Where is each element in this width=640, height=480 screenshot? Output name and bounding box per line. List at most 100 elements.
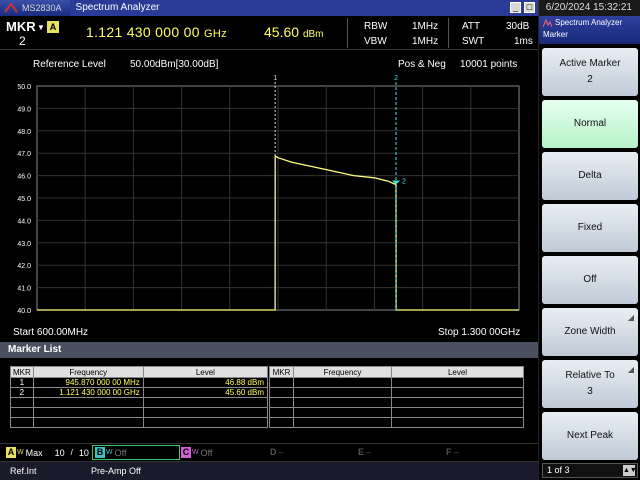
softkey-delta[interactable]: Delta xyxy=(542,152,638,200)
marker-row-number: 2 xyxy=(10,387,34,398)
trace-f-status[interactable]: F – xyxy=(446,447,459,457)
y-tick-label: 44.0 xyxy=(17,218,31,225)
col-frequency: Frequency xyxy=(32,366,144,378)
panel-title: Spectrum Analyzer xyxy=(555,18,623,27)
rbw-value: 1MHz xyxy=(412,21,439,32)
maximize-button[interactable]: □ xyxy=(524,2,535,13)
status-bar: Ref.Int Pre-Amp Off xyxy=(0,461,538,480)
marker-row-frequency: 945.870 000 00 MHz xyxy=(32,377,144,388)
table-row xyxy=(269,377,524,388)
trace-f-mode: – xyxy=(453,447,459,457)
table-row xyxy=(269,417,524,428)
marker-dropdown-icon[interactable]: ▼ xyxy=(37,23,45,32)
title-bar: MS2830A Spectrum Analyzer _ □ xyxy=(0,0,538,16)
softkey-relative-to[interactable]: ◢ Relative To 3 xyxy=(542,360,638,408)
y-tick-label: 45.0 xyxy=(17,196,31,203)
trace-d-letter: D xyxy=(270,447,277,457)
spectrum-graph[interactable]: Reference Level 50.00dBm[30.00dB] Pos & … xyxy=(0,51,538,341)
trace-c-write-icon: W xyxy=(192,449,199,456)
y-tick-label: 41.0 xyxy=(17,286,31,293)
sweep-parameters: RBW 1MHz VBW 1MHz ATT 30dB SWT 1ms xyxy=(347,18,538,48)
marker-2-trace-tag: 2 xyxy=(402,179,406,186)
marker-number: 2 xyxy=(19,34,26,48)
softkey-off[interactable]: Off xyxy=(542,256,638,304)
stop-frequency: Stop 1.300 00GHz xyxy=(438,327,521,338)
marker-list: MKR Frequency Level 1 945.870 000 00 MHz… xyxy=(0,358,538,441)
marker-frequency: 1.121 430 000 00 GHz xyxy=(86,24,227,40)
softkey-normal[interactable]: Normal xyxy=(542,100,638,148)
y-tick-label: 49.0 xyxy=(17,106,31,113)
trace-a-status[interactable]: A W Max 10 / 10 xyxy=(6,447,89,458)
softkey-active-marker[interactable]: Active Marker 2 xyxy=(542,48,638,96)
trace-c-mode: Off xyxy=(200,447,213,458)
att-value: 30dB xyxy=(506,21,530,32)
table-row[interactable]: 1 945.870 000 00 MHz 46.88 dBm xyxy=(10,377,269,388)
model-name: MS2830A xyxy=(22,3,62,13)
trace-b-write-icon: W xyxy=(106,449,113,456)
datetime-display: 6/20/2024 15:32:21 xyxy=(538,0,640,16)
marker-1-tag: 1 xyxy=(273,75,277,82)
trace-b-status[interactable]: B W Off xyxy=(92,445,180,460)
submenu-arrow-icon: ◢ xyxy=(627,313,634,322)
app-title: Spectrum Analyzer xyxy=(69,0,538,16)
softkey-panel-header: Spectrum Analyzer Marker xyxy=(539,16,640,44)
table-row[interactable]: 2 1.121 430 000 00 GHz 45.60 dBm xyxy=(10,387,269,398)
table-row xyxy=(269,397,524,408)
submenu-arrow-icon: ◢ xyxy=(627,365,634,374)
y-tick-label: 50.0 xyxy=(17,84,31,91)
marker-table-right: MKR Frequency Level xyxy=(269,366,524,428)
y-tick-label: 47.0 xyxy=(17,151,31,158)
trace-c-status[interactable]: C W Off xyxy=(181,447,212,458)
y-tick-label: 48.0 xyxy=(17,129,31,136)
table-row xyxy=(10,417,269,428)
vbw-value: 1MHz xyxy=(412,36,439,47)
marker-level: 45.60 dBm xyxy=(264,24,324,40)
trace-e-status[interactable]: E – xyxy=(358,447,371,457)
softkey-next-peak[interactable]: Next Peak xyxy=(542,412,638,460)
rbw-label: RBW xyxy=(364,21,388,32)
trace-b-mode: Off xyxy=(114,447,127,458)
y-tick-label: 42.0 xyxy=(17,263,31,270)
trace-a-letter: A xyxy=(6,447,16,458)
swt-label: SWT xyxy=(462,36,485,47)
softkey-panel: Spectrum Analyzer Marker Active Marker 2… xyxy=(538,16,640,480)
table-row xyxy=(269,387,524,398)
table-row xyxy=(269,407,524,418)
start-frequency: Start 600.00MHz xyxy=(13,327,89,338)
col-mkr: MKR xyxy=(10,366,34,378)
marker-row-number: 1 xyxy=(10,377,34,388)
spectrum-plot: 50.0 49.0 48.0 47.0 46.0 45.0 44.0 43.0 42.0 41.0… xyxy=(17,75,520,315)
panel-subtitle: Marker xyxy=(543,30,568,39)
col-mkr: MKR xyxy=(269,366,294,378)
anritsu-logo-icon xyxy=(0,0,22,16)
table-row xyxy=(10,407,269,418)
trace-a-count: 10 xyxy=(54,447,65,458)
softkey-zone-width[interactable]: ◢ Zone Width xyxy=(542,308,638,356)
trace-f-letter: F xyxy=(446,447,452,457)
y-tick-label: 43.0 xyxy=(17,241,31,248)
trace-status-bar: A W Max 10 / 10 B W Off C W Off D – E – … xyxy=(0,443,538,461)
trace-e-letter: E xyxy=(358,447,365,457)
softkey-fixed[interactable]: Fixed xyxy=(542,204,638,252)
minimize-button[interactable]: _ xyxy=(510,2,521,13)
y-tick-label: 46.0 xyxy=(17,174,31,181)
trace-b-letter: B xyxy=(95,447,105,458)
marker-list-header: Marker List xyxy=(0,342,538,358)
col-frequency: Frequency xyxy=(293,366,392,378)
measurement-header: MKR ▼ 2 A 1.121 430 000 00 GHz 45.60 dBm… xyxy=(0,16,538,50)
spectrum-icon xyxy=(543,18,552,27)
att-label: ATT xyxy=(462,21,481,32)
preamp-status: Pre-Amp Off xyxy=(91,466,141,476)
marker-table-left: MKR Frequency Level 1 945.870 000 00 MHz… xyxy=(10,366,269,428)
vbw-label: VBW xyxy=(364,36,387,47)
trace-d-mode: – xyxy=(278,447,284,457)
page-arrows-icon[interactable]: ▲▼ xyxy=(623,465,637,476)
trace-a-total: 10 xyxy=(78,447,89,458)
softkey-page-indicator[interactable]: 1 of 3 ▲▼ xyxy=(542,463,638,478)
marker-row-frequency: 1.121 430 000 00 GHz xyxy=(32,387,144,398)
trace-c-letter: C xyxy=(181,447,191,458)
marker-2-tag: 2 xyxy=(394,75,398,82)
col-level: Level xyxy=(142,366,269,378)
trace-d-status[interactable]: D – xyxy=(270,447,284,457)
col-level: Level xyxy=(391,366,524,378)
